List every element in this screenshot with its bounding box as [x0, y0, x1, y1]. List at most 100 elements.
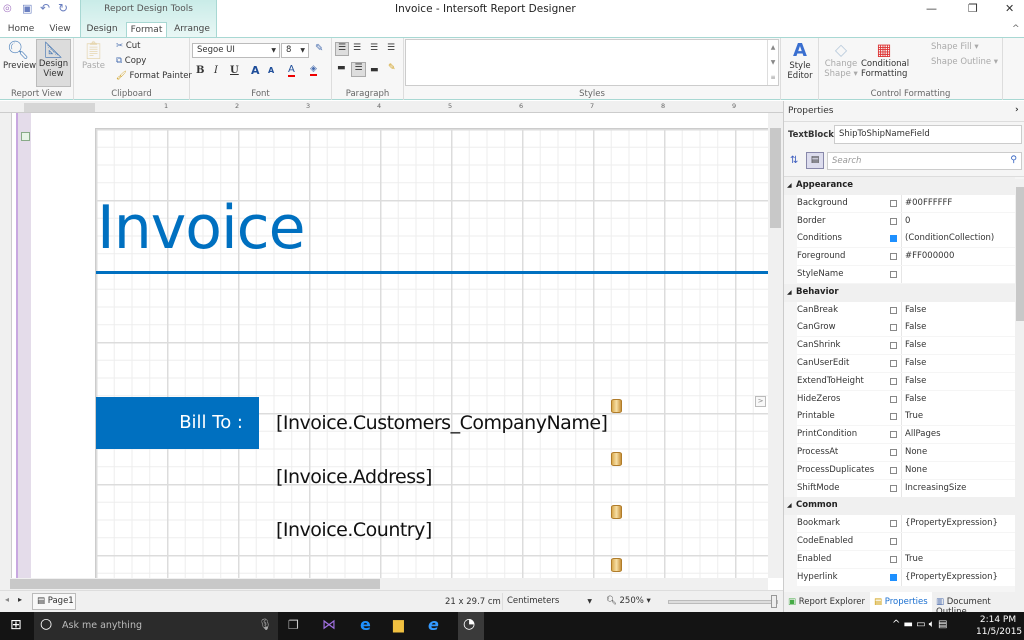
property-value[interactable]: {PropertyExpression}: [901, 568, 1015, 586]
tab-properties[interactable]: ▤ Properties: [870, 592, 932, 612]
property-value[interactable]: 0: [901, 212, 1015, 230]
windows-start-icon[interactable]: ⊞: [10, 617, 22, 633]
property-value[interactable]: {PropertyExpression}: [901, 515, 1015, 533]
property-value[interactable]: [901, 266, 1015, 283]
undo-icon[interactable]: ↶: [40, 1, 50, 15]
property-marker-checkbox[interactable]: [890, 306, 897, 314]
property-value[interactable]: False: [901, 337, 1015, 355]
property-value[interactable]: None: [901, 461, 1015, 479]
collapse-ribbon-icon[interactable]: ^: [1012, 24, 1020, 34]
property-value[interactable]: False: [901, 319, 1015, 337]
report-page[interactable]: Invoice Bill To : [Invoice.Customers_Com…: [95, 128, 769, 590]
conditional-formatting-button[interactable]: ▦ Conditional Formatting: [861, 40, 909, 79]
save-icon[interactable]: ▣: [22, 2, 32, 15]
property-value[interactable]: False: [901, 390, 1015, 408]
property-marker-checkbox[interactable]: [890, 271, 897, 278]
property-marker-checkbox[interactable]: [890, 395, 897, 403]
property-marker-checkbox[interactable]: [890, 342, 897, 350]
gallery-scroll[interactable]: ▲ ▼ ≡: [767, 40, 778, 85]
property-row[interactable]: Hyperlink {PropertyExpression}: [784, 568, 1015, 587]
property-value[interactable]: IncreasingSize: [901, 479, 1015, 497]
property-value[interactable]: #FF000000: [901, 248, 1015, 266]
categorized-icon[interactable]: ▤: [806, 152, 824, 169]
property-row[interactable]: ShiftMode IncreasingSize: [784, 479, 1015, 498]
property-category[interactable]: ◢ Appearance: [784, 177, 1015, 195]
shape-fill-button[interactable]: Shape Fill ▾: [931, 42, 979, 52]
tab-arrange[interactable]: Arrange: [170, 22, 214, 37]
align-middle-icon[interactable]: ☰: [351, 62, 366, 77]
paste-button[interactable]: 📋︎ Paste: [82, 40, 105, 71]
scrollbar-thumb[interactable]: [1016, 187, 1024, 321]
italic-button[interactable]: I: [214, 65, 218, 76]
vertical-scrollbar[interactable]: [768, 113, 783, 578]
design-canvas[interactable]: Invoice Bill To : [Invoice.Customers_Com…: [0, 113, 783, 590]
next-page-icon[interactable]: ▸: [18, 595, 22, 604]
minimize-button[interactable]: —: [926, 2, 937, 15]
clear-format-icon[interactable]: ✎: [315, 43, 323, 54]
property-row[interactable]: CanShrink False: [784, 337, 1015, 355]
property-marker-checkbox[interactable]: [890, 253, 897, 261]
zoom-slider-thumb[interactable]: [771, 595, 777, 608]
property-value[interactable]: False: [901, 355, 1015, 372]
prev-page-icon[interactable]: ◂: [5, 595, 9, 604]
underline-button[interactable]: U: [230, 65, 239, 76]
preview-button[interactable]: 🔍︎ Preview: [3, 40, 36, 71]
expand-arrow-icon[interactable]: >: [755, 396, 766, 407]
property-row[interactable]: ExtendToHeight False: [784, 372, 1015, 391]
align-right-icon[interactable]: ☰: [370, 43, 378, 53]
scrollbar-thumb[interactable]: [770, 128, 781, 228]
property-row[interactable]: CanBreak False: [784, 301, 1015, 320]
property-value[interactable]: False: [901, 301, 1015, 319]
property-marker-checkbox[interactable]: [890, 199, 897, 207]
property-category[interactable]: ◢ Behavior: [784, 283, 1015, 302]
background-color-icon[interactable]: ◈: [310, 64, 317, 76]
property-value[interactable]: False: [901, 372, 1015, 390]
search-input[interactable]: Search ⚲: [827, 152, 1022, 170]
edit-icon[interactable]: ✎: [388, 63, 396, 73]
tab-design[interactable]: Design: [82, 22, 122, 37]
report-designer-taskbar-icon[interactable]: ◔: [458, 612, 484, 640]
change-shape-button[interactable]: ◇ Change Shape ▾: [823, 40, 859, 79]
align-left-icon[interactable]: ☰: [335, 42, 349, 56]
align-center-icon[interactable]: ☰: [353, 43, 361, 53]
cut-button[interactable]: ✂ Cut: [116, 41, 140, 51]
property-row[interactable]: Printable True: [784, 408, 1015, 426]
report-title[interactable]: Invoice: [97, 193, 306, 263]
font-family-select[interactable]: Segoe UI ▼: [192, 43, 280, 58]
bold-button[interactable]: B: [196, 65, 204, 76]
edge-icon[interactable]: e: [360, 615, 371, 634]
property-value[interactable]: True: [901, 550, 1015, 568]
sort-alphabetical-icon[interactable]: ⇅: [790, 155, 798, 166]
property-row[interactable]: CanGrow False: [784, 319, 1015, 337]
band-selector[interactable]: [16, 113, 31, 590]
system-tray-icons[interactable]: ^ ▬ ▭ 🔈︎ ▤: [892, 619, 947, 630]
property-marker-checkbox[interactable]: [890, 484, 897, 492]
justify-icon[interactable]: ☰: [387, 43, 395, 53]
property-marker-checkbox[interactable]: [890, 431, 897, 439]
units-select[interactable]: Centimeters ▼: [502, 593, 598, 610]
property-marker-checkbox[interactable]: [890, 324, 897, 332]
bill-to-label[interactable]: Bill To :: [96, 397, 259, 449]
property-row[interactable]: CodeEnabled: [784, 533, 1015, 551]
property-marker-checkbox[interactable]: [890, 555, 897, 563]
restore-button[interactable]: ❐: [968, 2, 978, 15]
copy-button[interactable]: ⧉ Copy: [116, 56, 146, 66]
property-row[interactable]: Foreground #FF000000: [784, 248, 1015, 266]
property-value[interactable]: #00FFFFFF: [901, 194, 1015, 212]
zoom-slider[interactable]: [668, 595, 778, 608]
property-marker-checkbox[interactable]: [890, 377, 897, 385]
property-marker-checkbox[interactable]: [890, 520, 897, 528]
file-explorer-icon[interactable]: ▆: [393, 617, 404, 633]
horizontal-scrollbar[interactable]: [0, 578, 768, 590]
design-view-button[interactable]: 📐︎ Design View: [36, 39, 71, 87]
shape-outline-button[interactable]: Shape Outline ▾: [931, 57, 998, 67]
property-value[interactable]: [901, 533, 1015, 550]
tab-view[interactable]: View: [42, 22, 78, 37]
property-row[interactable]: PrintCondition AllPages: [784, 426, 1015, 444]
align-bottom-icon[interactable]: ▬: [370, 65, 379, 75]
property-value[interactable]: AllPages: [901, 426, 1015, 444]
property-value[interactable]: (ConditionCollection): [901, 230, 1015, 248]
shrink-font-button[interactable]: A: [268, 66, 274, 75]
cortana-search[interactable]: ○ Ask me anything 🎙︎: [34, 612, 278, 640]
property-row[interactable]: StyleName: [784, 266, 1015, 284]
